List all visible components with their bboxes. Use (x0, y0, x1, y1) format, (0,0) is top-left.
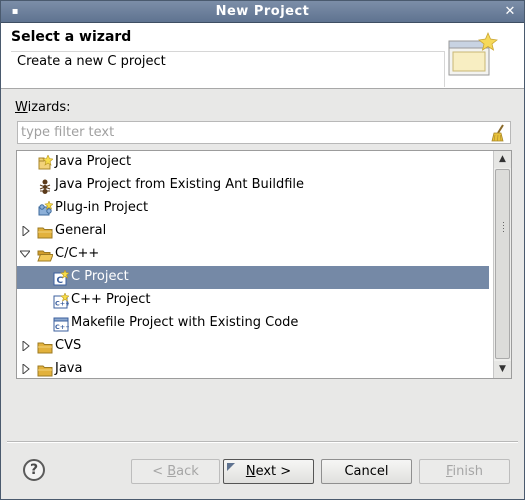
button-bar-separator (7, 441, 518, 443)
tree-item-c-project[interactable]: C C Project (17, 266, 489, 289)
plugin-project-icon (38, 201, 53, 216)
new-wizard-icon (448, 31, 498, 76)
ant-project-icon (39, 179, 51, 194)
scroll-up-icon[interactable]: ▲ (494, 151, 511, 168)
tree-item-general[interactable]: General (17, 220, 489, 243)
expand-icon[interactable] (21, 226, 31, 236)
scroll-down-icon[interactable]: ▼ (494, 361, 511, 378)
grip-dot (503, 228, 504, 229)
folder-icon (37, 365, 53, 377)
new-project-dialog: ▪ New Project ✕ Select a wizard Create a… (0, 0, 525, 500)
expand-icon[interactable] (21, 341, 31, 351)
folder-icon (37, 227, 53, 239)
wizard-tree[interactable]: Java Project Java Project from Existing … (16, 150, 512, 379)
expand-icon[interactable] (21, 364, 31, 374)
close-icon[interactable]: ✕ (502, 4, 518, 20)
tree-item-plugin-project[interactable]: Plug-in Project (17, 197, 489, 220)
svg-text:C++: C++ (55, 323, 69, 331)
tree-item-label: Makefile Project with Existing Code (71, 315, 299, 330)
filter-input[interactable] (18, 122, 488, 143)
help-icon[interactable]: ? (23, 459, 45, 481)
window-title: New Project (215, 4, 310, 19)
scrollbar-thumb[interactable] (495, 169, 510, 359)
tree-item-java-ant-project[interactable]: Java Project from Existing Ant Buildfile (17, 174, 489, 197)
java-project-icon (38, 155, 53, 170)
back-button[interactable]: < Back (131, 459, 220, 484)
cancel-button[interactable]: Cancel (321, 459, 412, 484)
next-button[interactable]: Next > (223, 459, 314, 484)
cpp-project-icon: C++ (53, 293, 69, 309)
tree-item-label: Plug-in Project (55, 200, 149, 215)
tree-item-cvs[interactable]: CVS (17, 335, 489, 358)
finish-button[interactable]: Finish (419, 459, 510, 484)
tree-item-makefile-project[interactable]: C++ Makefile Project with Existing Code (17, 312, 489, 335)
c-project-icon: C (53, 270, 69, 286)
filter-field (17, 121, 511, 144)
tree-item-label: C Project (71, 269, 129, 284)
tree-item-java[interactable]: Java (17, 358, 489, 378)
tree-item-label: General (55, 223, 107, 238)
folder-icon (37, 342, 53, 354)
folder-open-icon (37, 250, 53, 262)
wizards-label: Wizards: (15, 100, 71, 115)
grip-dot (503, 225, 504, 226)
tree-vertical-scrollbar[interactable]: ▲ ▼ (493, 151, 511, 378)
clear-filter-icon[interactable] (490, 124, 506, 142)
tree-item-c-cpp[interactable]: C/C++ (17, 243, 489, 266)
tree-item-label: Java Project (55, 154, 132, 169)
wizard-heading: Select a wizard (11, 29, 132, 45)
tree-item-label: Java Project from Existing Ant Buildfile (55, 177, 305, 192)
wizard-message: Create a new C project (11, 51, 445, 87)
makefile-project-icon: C++ (53, 317, 69, 332)
tree-item-label: C/C++ (55, 246, 100, 261)
tree-item-label: C++ Project (71, 292, 151, 307)
grip-dot (503, 222, 504, 223)
grip-dot (503, 231, 504, 232)
tree-item-label: CVS (55, 338, 82, 353)
tree-item-java-project[interactable]: Java Project (17, 151, 489, 174)
title-bar[interactable]: ▪ New Project ✕ (1, 1, 524, 23)
wizard-banner: Select a wizard Create a new C project (1, 23, 524, 89)
default-button-indicator (227, 463, 235, 471)
tree-item-cpp-project[interactable]: C++ C++ Project (17, 289, 489, 312)
collapse-icon[interactable] (20, 249, 30, 259)
tree-item-label: Java (55, 361, 83, 376)
